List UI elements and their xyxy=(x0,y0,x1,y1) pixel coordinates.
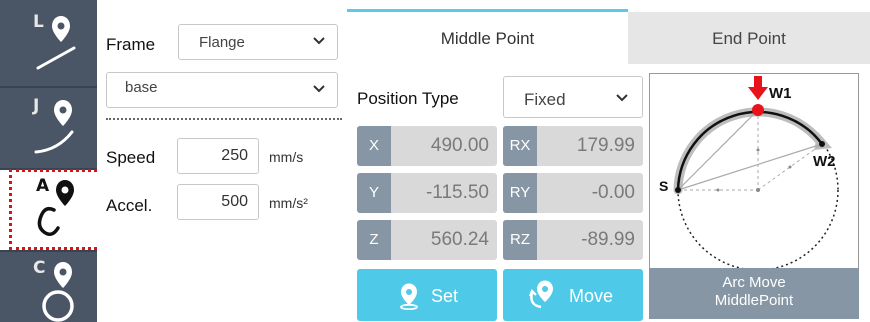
diagram-label-s: S xyxy=(659,178,669,194)
diagram-label-w1: W1 xyxy=(769,85,792,102)
position-type-select[interactable]: Fixed xyxy=(503,76,643,118)
coord-y-field[interactable]: Y -115.50 xyxy=(357,173,497,213)
coord-ry-field[interactable]: RY -0.00 xyxy=(503,173,643,213)
speed-unit: mm/s xyxy=(269,149,304,165)
linear-move-icon xyxy=(36,16,76,70)
motion-type-arc-button[interactable]: A xyxy=(0,170,97,250)
axis-badge-x: X xyxy=(357,126,391,166)
frame-label: Frame xyxy=(106,35,156,54)
motion-type-linear-button[interactable]: L xyxy=(0,4,97,84)
speed-label: Speed xyxy=(106,148,156,167)
move-button[interactable]: Move xyxy=(503,269,643,321)
move-to-point-icon xyxy=(528,280,553,309)
coord-z-field[interactable]: Z 560.24 xyxy=(357,220,497,260)
set-button[interactable]: Set xyxy=(357,269,497,321)
diagram-caption: Arc Move MiddlePoint xyxy=(649,268,859,319)
set-button-label: Set xyxy=(431,286,459,306)
coord-z-value: 560.24 xyxy=(430,229,489,250)
motion-settings-panel: Frame Flange base Speed 250 mm/s Accel. … xyxy=(97,0,347,322)
arc-geometry-illustration xyxy=(673,76,839,271)
diagram-label-w2: W2 xyxy=(813,153,836,170)
base-frame-select-value: base xyxy=(125,79,158,96)
position-type-value: Fixed xyxy=(524,90,566,109)
axis-badge-ry: RY xyxy=(503,173,537,213)
coord-rx-field[interactable]: RX 179.99 xyxy=(503,126,643,166)
tab-end-point[interactable]: End Point xyxy=(628,12,870,64)
motion-type-joint-button[interactable]: J xyxy=(0,88,97,168)
move-button-label: Move xyxy=(569,286,614,306)
axis-badge-rz: RZ xyxy=(503,220,537,260)
coord-x-field[interactable]: X 490.00 xyxy=(357,126,497,166)
location-pin-icon xyxy=(400,283,418,310)
chevron-down-icon xyxy=(313,37,325,45)
accel-unit: mm/s² xyxy=(269,195,308,211)
motion-type-circle-button[interactable]: C xyxy=(0,250,97,322)
chevron-down-icon xyxy=(616,94,628,102)
coord-y-value: -115.50 xyxy=(425,182,489,203)
circle-move-icon xyxy=(42,262,74,322)
coord-x-value: 490.00 xyxy=(430,135,489,156)
arc-move-icon xyxy=(37,180,74,236)
frame-select-value: Flange xyxy=(199,34,245,51)
accel-label: Accel. xyxy=(106,196,153,215)
coord-ry-value: -0.00 xyxy=(591,182,635,203)
joint-move-icon xyxy=(34,100,74,154)
tab-middle-point[interactable]: Middle Point xyxy=(347,12,628,64)
frame-select[interactable]: Flange xyxy=(178,24,338,60)
coord-rx-value: 179.99 xyxy=(576,135,635,156)
coord-rz-field[interactable]: RZ -89.99 xyxy=(503,220,643,260)
axis-badge-z: Z xyxy=(357,220,391,260)
accel-input[interactable]: 500 xyxy=(177,184,259,220)
axis-badge-y: Y xyxy=(357,173,391,213)
base-frame-select[interactable]: base xyxy=(106,72,338,108)
coord-rz-value: -89.99 xyxy=(581,229,635,250)
motion-type-rail: L J A C xyxy=(0,0,97,322)
diagram-caption-line1: Arc Move xyxy=(722,274,786,291)
arc-move-diagram: W1 W2 S xyxy=(649,73,859,271)
position-type-label: Position Type xyxy=(357,89,459,108)
axis-badge-rx: RX xyxy=(503,126,537,166)
diagram-caption-line2: MiddlePoint xyxy=(714,292,794,309)
chevron-down-icon xyxy=(313,85,325,93)
dotted-divider xyxy=(106,118,342,120)
speed-input[interactable]: 250 xyxy=(177,138,259,174)
